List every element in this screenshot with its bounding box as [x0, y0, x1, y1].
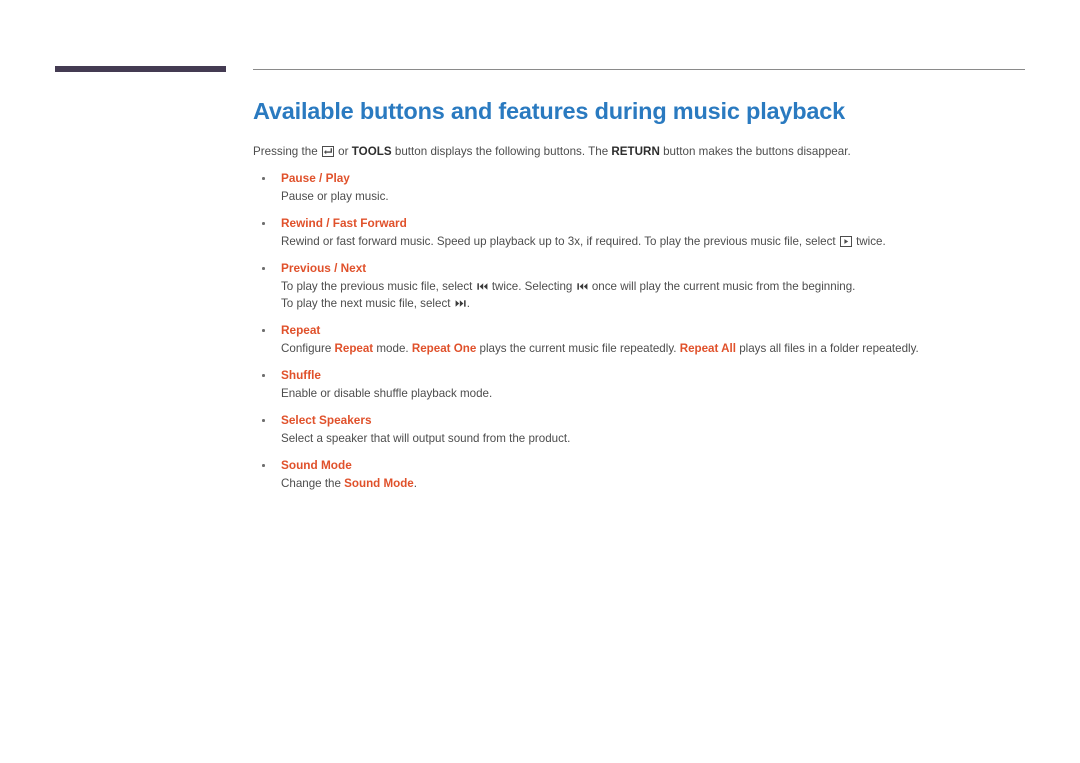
feature-title: Sound Mode — [281, 458, 352, 472]
feature-description: Configure Repeat mode. Repeat One plays … — [281, 340, 1043, 357]
play-button-icon — [839, 236, 852, 247]
emphasis-term: Repeat — [334, 342, 374, 355]
feature-title: Shuffle — [281, 368, 321, 382]
intro-text-part1: Pressing the — [253, 145, 321, 158]
feature-list: Pause / Play Pause or play music. Rewind /… — [253, 170, 1043, 492]
description-text: To play the next music file, select — [281, 297, 454, 310]
page-content: Available buttons and features during mu… — [253, 96, 1043, 492]
feature-description: Change the Sound Mode. — [281, 475, 1043, 492]
emphasis-term: Repeat One — [411, 342, 477, 355]
feature-description: Rewind or fast forward music. Speed up p… — [281, 233, 1043, 250]
bullet-icon — [262, 419, 265, 422]
description-text: twice. — [852, 235, 886, 248]
bullet-icon — [262, 374, 265, 377]
description-text: To play the previous music file, select — [281, 280, 476, 293]
bullet-icon — [262, 464, 265, 467]
tools-button-label: TOOLS — [351, 145, 392, 158]
enter-key-icon — [321, 146, 334, 157]
bullet-icon — [262, 177, 265, 180]
intro-text-part2: or — [334, 145, 352, 158]
feature-item: Shuffle Enable or disable shuffle playbac… — [253, 367, 1043, 402]
feature-title: Pause / Play — [281, 171, 350, 185]
header-divider-line — [253, 69, 1025, 70]
description-text: plays the current music file repeatedly. — [476, 342, 680, 355]
bullet-icon — [262, 329, 265, 332]
feature-title: Select Speakers — [281, 413, 372, 427]
description-text: Pause or play music. — [281, 190, 389, 203]
description-text: Change the — [281, 477, 345, 490]
feature-description: Pause or play music. — [281, 188, 1043, 205]
intro-text-part3: button displays the following buttons. T… — [391, 145, 612, 158]
accent-bar — [55, 66, 226, 72]
page-header-rules — [0, 66, 1080, 76]
description-text: Enable or disable shuffle playback mode. — [281, 387, 493, 400]
next-track-icon — [455, 299, 466, 308]
feature-item: Rewind / Fast Forward Rewind or fast forw… — [253, 215, 1043, 250]
description-text: mode. — [373, 342, 412, 355]
bullet-icon — [262, 222, 265, 225]
description-text: once will play the current music from th… — [588, 280, 856, 293]
emphasis-term: Repeat All — [679, 342, 736, 355]
previous-track-icon — [577, 282, 588, 291]
page-title: Available buttons and features during mu… — [253, 98, 846, 124]
description-text: Select a speaker that will output sound … — [281, 432, 571, 445]
intro-text-part4: button makes the buttons disappear. — [659, 145, 851, 158]
feature-title: Rewind / Fast Forward — [281, 216, 407, 230]
description-text: plays all files in a folder repeatedly. — [735, 342, 919, 355]
feature-description: To play the next music file, select . — [281, 295, 1043, 312]
return-button-label: RETURN — [611, 145, 660, 158]
feature-item: Repeat Configure Repeat mode. Repeat One … — [253, 322, 1043, 357]
description-text: twice. Selecting — [488, 280, 576, 293]
feature-item: Sound Mode Change the Sound Mode. — [253, 457, 1043, 492]
feature-item: Select Speakers Select a speaker that wil… — [253, 412, 1043, 447]
description-text: . — [466, 297, 470, 310]
bullet-icon — [262, 267, 265, 270]
description-text: Configure — [281, 342, 335, 355]
description-text: Rewind or fast forward music. Speed up p… — [281, 235, 839, 248]
emphasis-term: Sound Mode — [344, 477, 414, 490]
feature-item: Previous / Next To play the previous musi… — [253, 260, 1043, 312]
feature-title: Repeat — [281, 323, 321, 337]
feature-description: To play the previous music file, select … — [281, 278, 1043, 295]
feature-item: Pause / Play Pause or play music. — [253, 170, 1043, 205]
feature-title: Previous / Next — [281, 261, 367, 275]
description-text: . — [413, 477, 417, 490]
feature-description: Enable or disable shuffle playback mode. — [281, 385, 1043, 402]
feature-description: Select a speaker that will output sound … — [281, 430, 1043, 447]
intro-paragraph: Pressing the or TOOLS button displays th… — [253, 144, 1043, 160]
previous-track-icon — [477, 282, 488, 291]
